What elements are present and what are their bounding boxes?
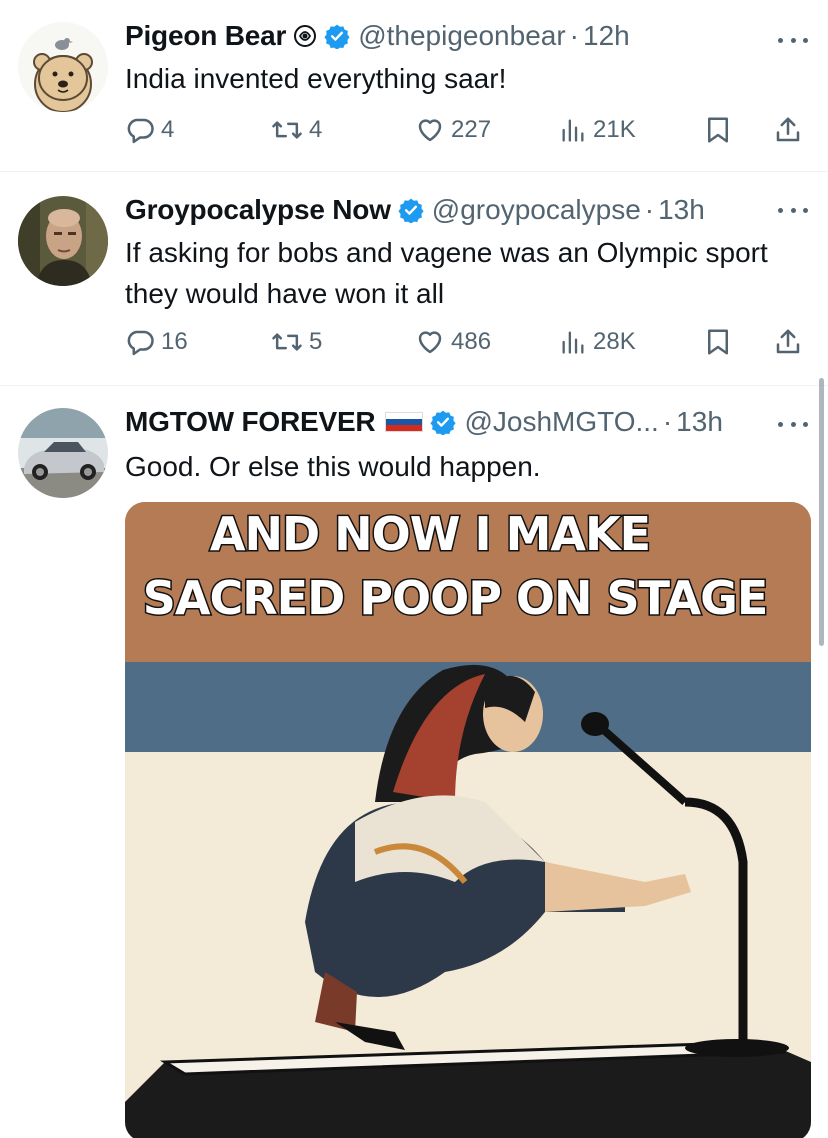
bookmark-icon	[703, 327, 733, 357]
like-button[interactable]: 486	[415, 324, 491, 360]
tweet-text: Good. Or else this would happen.	[125, 451, 541, 482]
scrollbar[interactable]	[819, 378, 824, 646]
reply-button[interactable]: 16	[125, 324, 188, 360]
views-count: 21K	[593, 116, 636, 143]
share-button[interactable]	[773, 324, 803, 360]
tweet-actions: 4 4 227 21K	[125, 112, 815, 148]
tweet-header: Pigeon Bear @thepigeonbear · 12h	[125, 16, 758, 56]
avatar[interactable]	[18, 196, 108, 286]
share-icon	[773, 327, 803, 357]
bookmark-icon	[703, 115, 733, 145]
tweet-actions: 16 5 486 28K	[125, 324, 815, 360]
user-handle[interactable]: @thepigeonbear	[358, 20, 565, 52]
heart-icon	[415, 327, 445, 357]
bookmark-button[interactable]	[703, 324, 733, 360]
user-handle[interactable]: @JoshMGTO...	[464, 406, 658, 438]
affiliate-swirl-icon	[293, 24, 317, 48]
repost-count: 5	[309, 328, 323, 355]
tweet-header: Groypocalypse Now @groypocalypse · 13h	[125, 190, 758, 230]
views-button[interactable]: 21K	[559, 112, 636, 148]
reply-icon	[125, 327, 155, 357]
tweet-header: MGTOW FOREVER @JoshMGTO... · 13h	[125, 402, 758, 442]
russia-flag-icon	[385, 412, 424, 432]
tweet-pigeon-bear[interactable]: Pigeon Bear @thepigeonbear · 12h India i…	[0, 0, 828, 172]
avatar[interactable]	[18, 22, 108, 112]
display-name[interactable]: MGTOW FOREVER	[125, 406, 376, 438]
repost-icon	[271, 115, 303, 145]
reply-button[interactable]: 4	[125, 112, 174, 148]
tweet-mgtow-forever[interactable]: MGTOW FOREVER @JoshMGTO... · 13h Good. O…	[0, 386, 828, 1138]
repost-icon	[271, 327, 303, 357]
views-count: 28K	[593, 328, 636, 355]
like-count: 227	[451, 116, 492, 143]
verified-badge-icon	[324, 23, 350, 49]
heart-icon	[415, 115, 445, 145]
repost-button[interactable]: 5	[271, 324, 322, 360]
views-button[interactable]: 28K	[559, 324, 636, 360]
bookmark-button[interactable]	[703, 112, 733, 148]
meme-caption-line-2: SACRED POOP ON STAGE	[143, 571, 768, 625]
separator-dot: ·	[569, 20, 579, 51]
share-button[interactable]	[773, 112, 803, 148]
more-icon[interactable]	[778, 414, 808, 434]
views-icon	[559, 327, 587, 357]
more-icon[interactable]	[778, 30, 808, 50]
timestamp[interactable]: 13h	[658, 194, 705, 226]
tweet-text: India invented everything saar!	[125, 63, 507, 94]
views-icon	[559, 115, 587, 145]
tweet-text: If asking for bobs and vagene was an Oly…	[125, 237, 768, 309]
reply-icon	[125, 115, 155, 145]
share-icon	[773, 115, 803, 145]
reply-count: 16	[161, 328, 188, 355]
timestamp[interactable]: 13h	[676, 406, 723, 438]
separator-dot: ·	[662, 406, 673, 437]
like-button[interactable]: 227	[415, 112, 491, 148]
meme-caption-line-1: AND NOW I MAKE	[210, 507, 650, 561]
more-icon[interactable]	[778, 200, 808, 220]
reply-count: 4	[161, 116, 175, 143]
verified-badge-icon	[398, 197, 424, 223]
display-name[interactable]: Groypocalypse Now	[125, 194, 391, 226]
separator-dot: ·	[644, 194, 655, 225]
tweet-media-image[interactable]: AND NOW I MAKE SACRED POOP ON STAGE	[125, 502, 811, 1138]
user-handle[interactable]: @groypocalypse	[432, 194, 641, 226]
verified-badge-icon	[430, 409, 457, 435]
repost-count: 4	[309, 116, 323, 143]
avatar[interactable]	[18, 408, 108, 498]
like-count: 486	[451, 328, 492, 355]
repost-button[interactable]: 4	[271, 112, 322, 148]
timestamp[interactable]: 12h	[583, 20, 630, 52]
tweet-groypocalypse-now[interactable]: Groypocalypse Now @groypocalypse · 13h I…	[0, 172, 828, 386]
display-name[interactable]: Pigeon Bear	[125, 20, 286, 52]
